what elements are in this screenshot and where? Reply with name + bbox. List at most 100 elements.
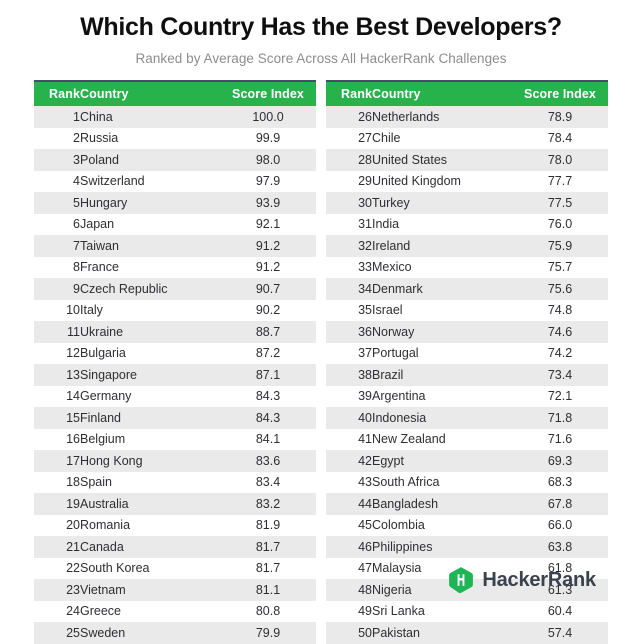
cell-country: Mexico [372, 256, 512, 278]
cell-rank: 1 [34, 106, 80, 128]
table-row: 31 India 76.0 [326, 213, 608, 235]
cell-score-index: 91.2 [220, 235, 316, 257]
cell-rank: 2 [34, 127, 80, 149]
cell-score-index: 78.9 [512, 106, 608, 128]
cell-score-index: 97.9 [220, 170, 316, 192]
table-row: 10 Italy 90.2 [34, 299, 316, 321]
cell-score-index: 83.2 [220, 493, 316, 515]
cell-rank: 6 [34, 213, 80, 235]
column-header-country: Country [80, 81, 220, 106]
cell-score-index: 84.3 [220, 407, 316, 429]
cell-rank: 22 [34, 557, 80, 579]
cell-score-index: 81.7 [220, 557, 316, 579]
cell-rank: 18 [34, 471, 80, 493]
cell-country: Brazil [372, 364, 512, 386]
cell-country: Argentina [372, 385, 512, 407]
cell-rank: 45 [326, 514, 372, 536]
table-row: 14 Germany 84.3 [34, 385, 316, 407]
table-row: 11 Ukraine 88.7 [34, 321, 316, 343]
cell-score-index: 80.8 [220, 600, 316, 622]
table-row: 50 Pakistan 57.4 [326, 622, 608, 644]
cell-country: United States [372, 149, 512, 171]
hackerrank-logo: HackerRank [447, 566, 596, 594]
cell-country: Netherlands [372, 106, 512, 128]
cell-score-index: 75.9 [512, 235, 608, 257]
table-row: 16 Belgium 84.1 [34, 428, 316, 450]
table-row: 42 Egypt 69.3 [326, 450, 608, 472]
cell-rank: 26 [326, 106, 372, 128]
cell-score-index: 77.7 [512, 170, 608, 192]
cell-score-index: 71.6 [512, 428, 608, 450]
cell-score-index: 75.6 [512, 278, 608, 300]
cell-score-index: 73.4 [512, 364, 608, 386]
cell-score-index: 57.4 [512, 622, 608, 644]
cell-country: New Zealand [372, 428, 512, 450]
cell-rank: 7 [34, 235, 80, 257]
cell-country: Norway [372, 321, 512, 343]
cell-score-index: 99.9 [220, 127, 316, 149]
table-row: 33 Mexico 75.7 [326, 256, 608, 278]
table-row: 36 Norway 74.6 [326, 321, 608, 343]
cell-country: Greece [80, 600, 220, 622]
column-header-country: Country [372, 81, 512, 106]
cell-country: Vietnam [80, 579, 220, 601]
table-row: 2 Russia 99.9 [34, 127, 316, 149]
cell-country: Denmark [372, 278, 512, 300]
cell-country: Finland [80, 407, 220, 429]
cell-rank: 14 [34, 385, 80, 407]
cell-country: Singapore [80, 364, 220, 386]
cell-rank: 39 [326, 385, 372, 407]
cell-country: Spain [80, 471, 220, 493]
table-header-right: Rank Country Score Index [326, 81, 608, 106]
cell-score-index: 100.0 [220, 106, 316, 128]
cell-rank: 29 [326, 170, 372, 192]
cell-score-index: 78.4 [512, 127, 608, 149]
table-row: 20 Romania 81.9 [34, 514, 316, 536]
cell-rank: 10 [34, 299, 80, 321]
table-row: 1 China 100.0 [34, 106, 316, 128]
cell-rank: 46 [326, 536, 372, 558]
cell-country: Japan [80, 213, 220, 235]
table-row: 39 Argentina 72.1 [326, 385, 608, 407]
cell-country: Colombia [372, 514, 512, 536]
cell-country: Egypt [372, 450, 512, 472]
cell-rank: 35 [326, 299, 372, 321]
cell-score-index: 87.1 [220, 364, 316, 386]
table-row: 7 Taiwan 91.2 [34, 235, 316, 257]
table-row: 41 New Zealand 71.6 [326, 428, 608, 450]
cell-country: India [372, 213, 512, 235]
hackerrank-wordmark: HackerRank [482, 568, 596, 591]
table-row: 4 Switzerland 97.9 [34, 170, 316, 192]
table-body-right: 26 Netherlands 78.9 27 Chile 78.4 28 United Sta… [326, 106, 608, 644]
cell-country: Poland [80, 149, 220, 171]
cell-country: Italy [80, 299, 220, 321]
table-row: 8 France 91.2 [34, 256, 316, 278]
cell-country: Germany [80, 385, 220, 407]
cell-country: Taiwan [80, 235, 220, 257]
table-row: 3 Poland 98.0 [34, 149, 316, 171]
table-row: 28 United States 78.0 [326, 149, 608, 171]
cell-score-index: 93.9 [220, 192, 316, 214]
ranking-table-left-wrapper: Rank Country Score Index 1 China 100.0 2 Rus… [34, 80, 316, 644]
table-row: 37 Portugal 74.2 [326, 342, 608, 364]
cell-country: Chile [372, 127, 512, 149]
cell-score-index: 88.7 [220, 321, 316, 343]
cell-rank: 4 [34, 170, 80, 192]
cell-score-index: 87.2 [220, 342, 316, 364]
table-row: 45 Colombia 66.0 [326, 514, 608, 536]
cell-rank: 50 [326, 622, 372, 644]
cell-score-index: 83.6 [220, 450, 316, 472]
cell-score-index: 84.3 [220, 385, 316, 407]
table-row: 17 Hong Kong 83.6 [34, 450, 316, 472]
cell-rank: 5 [34, 192, 80, 214]
cell-score-index: 92.1 [220, 213, 316, 235]
cell-score-index: 63.8 [512, 536, 608, 558]
table-row: 23 Vietnam 81.1 [34, 579, 316, 601]
cell-score-index: 90.7 [220, 278, 316, 300]
cell-country: United Kingdom [372, 170, 512, 192]
cell-rank: 31 [326, 213, 372, 235]
table-header-left: Rank Country Score Index [34, 81, 316, 106]
page-header: Which Country Has the Best Developers? R… [0, 0, 642, 66]
cell-score-index: 60.4 [512, 600, 608, 622]
cell-score-index: 69.3 [512, 450, 608, 472]
